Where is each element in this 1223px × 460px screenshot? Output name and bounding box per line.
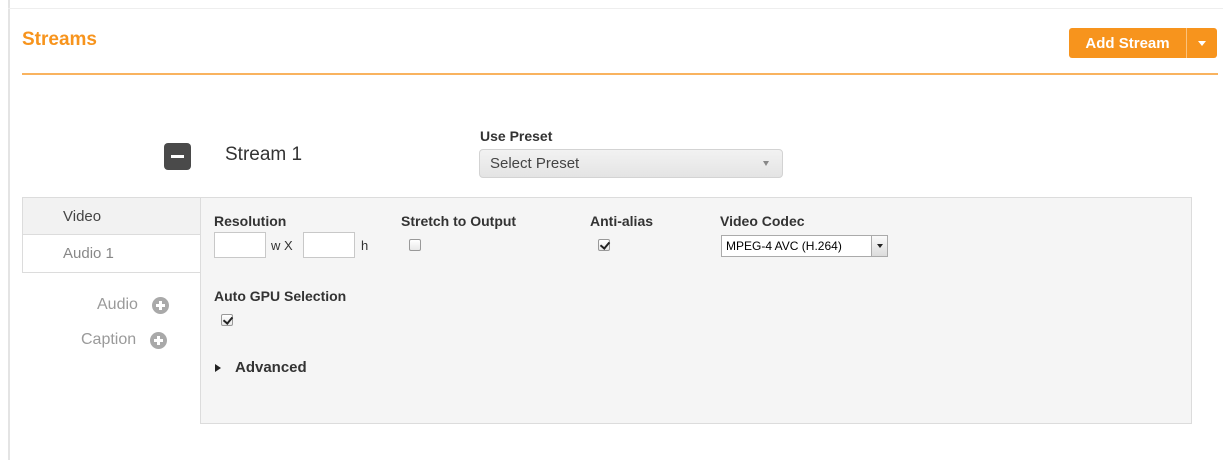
stretch-label: Stretch to Output: [401, 213, 517, 229]
plus-circle-icon: [151, 296, 169, 314]
resolution-height-input[interactable]: [303, 232, 355, 258]
video-codec-value: MPEG-4 AVC (H.264): [726, 239, 842, 253]
auto-gpu-checkbox[interactable]: [221, 314, 233, 326]
width-unit-label: w X: [271, 238, 293, 253]
auto-gpu-label: Auto GPU Selection: [214, 288, 347, 304]
add-caption-button[interactable]: Caption: [81, 331, 168, 349]
video-codec-select[interactable]: MPEG-4 AVC (H.264): [721, 235, 888, 257]
track-tabs: Video Audio 1: [22, 197, 201, 273]
add-audio-button[interactable]: Audio: [97, 296, 169, 314]
plus-circle-icon: [150, 331, 168, 349]
stream-name: Stream 1: [225, 144, 303, 165]
chevron-right-icon: [215, 363, 221, 372]
resolution-label: Resolution: [214, 213, 287, 229]
preset-select[interactable]: Select Preset: [479, 149, 783, 178]
title-divider: [22, 73, 1218, 75]
resolution-width-input[interactable]: [214, 232, 266, 258]
antialias-checkbox[interactable]: [598, 239, 610, 251]
preset-label: Use Preset: [480, 128, 553, 144]
advanced-label: Advanced: [235, 359, 307, 376]
add-stream-dropdown-button[interactable]: [1187, 28, 1217, 58]
top-border: [8, 8, 1223, 9]
tab-video[interactable]: Video: [22, 197, 201, 235]
antialias-label: Anti-alias: [590, 213, 654, 229]
page-title: Streams: [22, 29, 97, 50]
left-border: [8, 0, 10, 460]
tab-audio-1[interactable]: Audio 1: [22, 235, 201, 273]
height-unit-label: h: [361, 238, 369, 253]
stretch-checkbox[interactable]: [409, 239, 421, 251]
chevron-down-icon: [876, 244, 883, 248]
minus-icon: [171, 155, 184, 158]
add-stream-button[interactable]: Add Stream: [1069, 28, 1186, 58]
add-audio-label: Audio: [97, 296, 138, 313]
add-stream-split-button: Add Stream: [1069, 28, 1217, 58]
video-codec-label: Video Codec: [720, 213, 805, 229]
chevron-down-icon: [1198, 40, 1206, 46]
chevron-down-icon: [763, 161, 769, 166]
add-caption-label: Caption: [81, 331, 137, 348]
video-settings-panel: Resolution w X h Stretch to Output Anti-…: [200, 197, 1192, 424]
advanced-toggle[interactable]: Advanced: [215, 359, 307, 376]
preset-select-value: Select Preset: [490, 155, 580, 172]
collapse-stream-button[interactable]: [164, 143, 191, 170]
codec-dropdown-arrow: [871, 236, 887, 256]
